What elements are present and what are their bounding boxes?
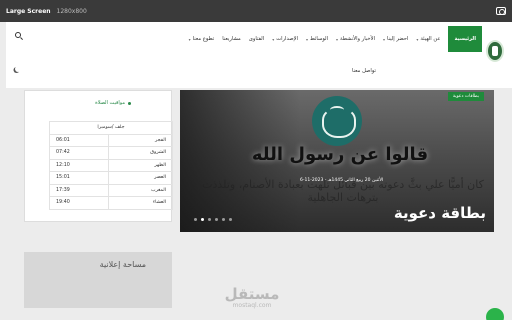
slider-dot[interactable] [201, 218, 204, 221]
ad-label: مساحة إعلانية [99, 260, 146, 269]
hero-slider[interactable]: بطاقات دعوية قالوا عن رسول الله كان أميً… [180, 90, 494, 232]
nav-item-label: الأخبار والأنشطة [340, 36, 375, 42]
slider-dot[interactable] [222, 218, 225, 221]
prayer-time: 15:01 [48, 171, 110, 185]
prayer-row: 06:01 الفجر [48, 133, 173, 147]
chevron-down-icon: ▾ [272, 36, 275, 42]
bullet-icon [128, 102, 131, 105]
prayer-name: العشاء [108, 196, 173, 210]
nav-item[interactable]: تطوع معنا ▾ [189, 36, 215, 42]
hero-headline: قالوا عن رسول الله [251, 144, 429, 165]
chevron-down-icon: ▾ [416, 36, 419, 42]
prayer-times-widget: مواقيت الصلاة جلف /سومبرا 06:01 الفجر 07:4… [24, 90, 173, 222]
prayer-time: 06:01 [48, 133, 110, 147]
chevron-down-icon: ▾ [306, 36, 309, 42]
nav-item-label: احضر إلينا [386, 36, 409, 42]
prayer-row: 15:01 العصر [48, 171, 173, 185]
prayer-name: المغرب [108, 183, 173, 197]
prayer-name: الظهر [108, 158, 173, 172]
nav-item[interactable]: الأخبار والأنشطة ▾ [336, 36, 375, 42]
prayer-name: الفجر [108, 133, 173, 147]
nav-item[interactable]: عن الهيئة ▾ [416, 36, 440, 42]
slider-dot[interactable] [194, 218, 197, 221]
nav-item-label: الرئيسية [454, 36, 476, 42]
post-date: الأثنين 20 ربيع الثاني 1445هـ - 2023-11-… [300, 178, 384, 183]
prayer-time: 19:40 [48, 196, 110, 210]
category-badge[interactable]: بطاقات دعوية [447, 92, 484, 101]
prayer-row: 17:39 المغرب [48, 183, 173, 197]
nav-item-label: الإصدارات [276, 36, 299, 42]
prayer-time: 07:42 [48, 146, 110, 160]
nav-item-label: الفتاوى [248, 36, 265, 42]
prayer-time: 12:10 [48, 158, 110, 172]
prayer-row: 19:40 العشاء [48, 196, 173, 210]
browser-title: Large Screen [6, 7, 51, 15]
nav-item[interactable]: احضر إلينا ▾ [383, 36, 408, 42]
prayer-row: 12:10 الظهر [48, 158, 173, 172]
browser-dimensions: 1280x800 [56, 7, 87, 15]
search-icon[interactable] [15, 32, 21, 38]
nav-item[interactable]: الوسائط ▾ [306, 36, 328, 42]
camera-icon[interactable] [496, 7, 506, 15]
nav-item-label: مشاريعنا [222, 36, 241, 42]
slider-dot[interactable] [229, 218, 232, 221]
city-cell: جلف /سومبرا [49, 121, 173, 135]
moon-icon[interactable] [15, 66, 21, 72]
calligraphy-emblem [312, 96, 362, 146]
site-header: الرئيسية عن الهيئة ▾ احضر إلينا ▾ الأخبار وال… [6, 22, 512, 88]
nav-item-contact[interactable]: تواصل معنا [352, 68, 376, 74]
nav-item[interactable]: مشاريعنا [222, 36, 241, 42]
browser-topbar: Large Screen 1280x800 [0, 0, 512, 22]
post-title[interactable]: بطاقة دعوية [394, 204, 486, 222]
ad-space: مساحة إعلانية [24, 252, 172, 308]
nav-item-label: الوسائط [310, 36, 329, 42]
main-nav: الرئيسية عن الهيئة ▾ احضر إلينا ▾ الأخبار وال… [189, 22, 482, 56]
prayer-row: 07:42 الشروق [48, 146, 173, 160]
slider-dot[interactable] [215, 218, 218, 221]
nav-item-label: عن الهيئة [420, 36, 441, 42]
chevron-down-icon: ▾ [382, 36, 385, 42]
nav-item[interactable]: الإصدارات ▾ [272, 36, 298, 42]
logo-emblem[interactable] [486, 40, 504, 62]
watermark-arabic: مستقل [224, 285, 280, 303]
prayer-time: 17:39 [48, 183, 110, 197]
slider-dot[interactable] [208, 218, 211, 221]
chevron-down-icon: ▾ [336, 36, 339, 42]
nav-item[interactable]: الرئيسية [448, 26, 482, 52]
prayer-name: العصر [108, 171, 173, 185]
chevron-down-icon: ▾ [188, 36, 191, 42]
city-row: جلف /سومبرا [49, 121, 173, 135]
nav-item-label: تطوع معنا [192, 36, 215, 42]
slider-dots [194, 218, 232, 221]
whatsapp-icon[interactable] [486, 308, 504, 320]
watermark: مستقل mostaql.com [212, 286, 292, 309]
watermark-latin: mostaql.com [232, 302, 272, 309]
nav-item[interactable]: الفتاوى [249, 36, 264, 42]
prayer-times-table: جلف /سومبرا 06:01 الفجر 07:42 الشروق 12:10 ال… [48, 121, 173, 210]
prayer-name: الشروق [108, 146, 173, 160]
widget-title: مواقيت الصلاة [95, 100, 125, 106]
